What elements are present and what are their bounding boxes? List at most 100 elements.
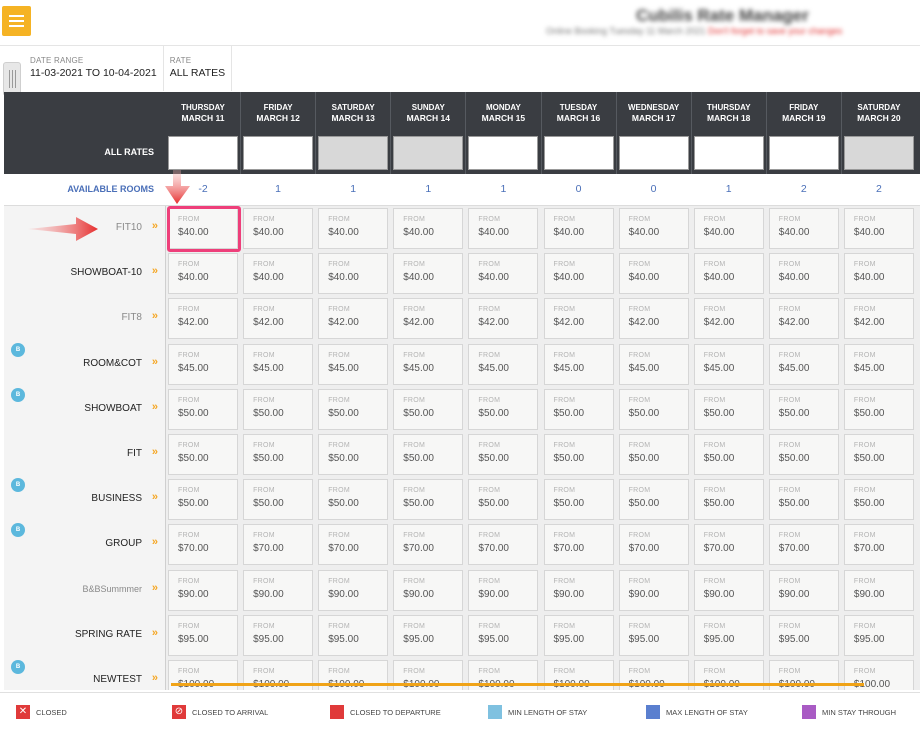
rate-cell[interactable]: FROM $40.00 — [768, 253, 839, 295]
rate-cell[interactable]: FROM $95.00 — [543, 614, 614, 656]
rate-cell[interactable]: FROM $50.00 — [693, 388, 764, 430]
rate-filter[interactable]: RATE ALL RATES — [164, 46, 233, 91]
rate-cell[interactable]: FROM $50.00 — [393, 479, 464, 521]
rate-cell[interactable]: FROM $95.00 — [618, 614, 689, 656]
rate-cell[interactable]: FROM $50.00 — [393, 388, 464, 430]
rate-cell[interactable]: FROM $40.00 — [468, 208, 539, 249]
rate-cell[interactable]: FROM $40.00 — [843, 253, 914, 295]
rate-cell[interactable]: FROM $40.00 — [168, 253, 238, 295]
available-rooms-value[interactable]: 0 — [542, 183, 616, 195]
rate-cell[interactable]: FROM $45.00 — [843, 343, 914, 385]
rate-cell[interactable]: FROM $50.00 — [618, 388, 689, 430]
rate-cell[interactable]: FROM $95.00 — [843, 614, 914, 656]
available-rooms-value[interactable]: 1 — [316, 183, 390, 195]
rate-cell[interactable]: FROM $90.00 — [318, 569, 389, 611]
rate-cell[interactable]: FROM $50.00 — [543, 479, 614, 521]
all-rates-input[interactable] — [843, 136, 914, 170]
available-rooms-value[interactable]: 1 — [692, 183, 766, 195]
rate-cell[interactable]: FROM $90.00 — [168, 569, 238, 611]
rate-cell[interactable]: FROM $95.00 — [468, 614, 539, 656]
all-rates-input[interactable] — [168, 136, 238, 170]
rate-row-label[interactable]: B GROUP » — [4, 522, 166, 567]
rate-cell[interactable]: FROM $40.00 — [468, 253, 539, 295]
rate-cell[interactable]: FROM $95.00 — [393, 614, 464, 656]
chevron-right-icon[interactable]: » — [152, 491, 158, 503]
rate-cell[interactable]: FROM $40.00 — [618, 253, 689, 295]
rate-cell[interactable]: FROM $45.00 — [168, 343, 238, 385]
chevron-right-icon[interactable]: » — [152, 356, 158, 368]
all-rates-input[interactable] — [468, 136, 539, 170]
rate-cell[interactable]: FROM $40.00 — [843, 208, 914, 249]
rate-cell[interactable]: FROM $70.00 — [843, 524, 914, 566]
rate-cell[interactable]: FROM $50.00 — [693, 434, 764, 475]
rate-cell[interactable]: FROM $40.00 — [618, 208, 689, 249]
rate-cell[interactable]: FROM $90.00 — [768, 569, 839, 611]
rate-cell[interactable]: FROM $40.00 — [318, 208, 389, 249]
rate-cell[interactable]: FROM $50.00 — [768, 388, 839, 430]
sidebar-drag-handle[interactable] — [3, 62, 21, 96]
rate-cell[interactable]: FROM $50.00 — [318, 388, 389, 430]
rate-cell[interactable]: FROM $50.00 — [618, 479, 689, 521]
rate-cell[interactable]: FROM $70.00 — [693, 524, 764, 566]
rate-cell[interactable]: FROM $50.00 — [243, 434, 314, 475]
rate-cell[interactable]: FROM $50.00 — [768, 434, 839, 475]
rate-cell[interactable]: FROM $50.00 — [168, 434, 238, 475]
rate-cell[interactable]: FROM $42.00 — [768, 298, 839, 340]
available-rooms-value[interactable]: 2 — [842, 183, 916, 195]
all-rates-input[interactable] — [318, 136, 389, 170]
rate-cell[interactable]: FROM $90.00 — [693, 569, 764, 611]
rate-cell[interactable]: FROM $45.00 — [318, 343, 389, 385]
rate-cell[interactable]: FROM $50.00 — [468, 479, 539, 521]
rate-row-label[interactable]: B SHOWBOAT » — [4, 387, 166, 432]
rate-cell[interactable]: FROM $90.00 — [843, 569, 914, 611]
chevron-right-icon[interactable]: » — [152, 582, 158, 594]
rate-cell[interactable]: FROM $90.00 — [543, 569, 614, 611]
rate-row-label[interactable]: FIT » — [4, 432, 166, 477]
rate-cell[interactable]: FROM $70.00 — [318, 524, 389, 566]
rate-row-label[interactable]: SHOWBOAT-10 » — [4, 251, 166, 296]
rate-cell[interactable]: FROM $42.00 — [618, 298, 689, 340]
rate-cell[interactable]: FROM $90.00 — [618, 569, 689, 611]
rate-cell[interactable]: FROM $45.00 — [768, 343, 839, 385]
rate-cell[interactable]: FROM $95.00 — [168, 614, 238, 656]
rate-cell[interactable]: FROM $95.00 — [768, 614, 839, 656]
rate-cell[interactable]: FROM $50.00 — [468, 434, 539, 475]
chevron-right-icon[interactable]: » — [152, 401, 158, 413]
rate-cell[interactable]: FROM $40.00 — [543, 208, 614, 249]
rate-cell[interactable]: FROM $50.00 — [243, 388, 314, 430]
rate-cell[interactable]: FROM $50.00 — [243, 479, 314, 521]
rate-cell[interactable]: FROM $50.00 — [168, 479, 238, 521]
rate-cell[interactable]: FROM $42.00 — [168, 298, 238, 340]
chevron-right-icon[interactable]: » — [152, 536, 158, 548]
rate-cell[interactable]: FROM $50.00 — [318, 434, 389, 475]
rate-cell[interactable]: FROM $95.00 — [693, 614, 764, 656]
available-rooms-value[interactable]: 2 — [767, 183, 841, 195]
rate-cell[interactable]: FROM $40.00 — [543, 253, 614, 295]
rate-cell[interactable]: FROM $90.00 — [468, 569, 539, 611]
rate-cell[interactable]: FROM $70.00 — [468, 524, 539, 566]
rate-cell[interactable]: FROM $90.00 — [393, 569, 464, 611]
rate-cell[interactable]: FROM $45.00 — [693, 343, 764, 385]
rate-cell[interactable]: FROM $95.00 — [243, 614, 314, 656]
rate-cell[interactable]: FROM $95.00 — [318, 614, 389, 656]
rate-cell[interactable]: FROM $50.00 — [543, 434, 614, 475]
rate-row-label[interactable]: FIT8 » — [4, 296, 166, 341]
rate-cell[interactable]: FROM $45.00 — [243, 343, 314, 385]
all-rates-input[interactable] — [768, 136, 839, 170]
chevron-right-icon[interactable]: » — [152, 446, 158, 458]
rate-cell[interactable]: FROM $40.00 — [243, 208, 314, 249]
rate-cell[interactable]: FROM $45.00 — [618, 343, 689, 385]
rate-cell[interactable]: FROM $50.00 — [468, 388, 539, 430]
rate-cell[interactable]: FROM $70.00 — [243, 524, 314, 566]
rate-cell[interactable]: FROM $42.00 — [468, 298, 539, 340]
rate-cell[interactable]: FROM $40.00 — [243, 253, 314, 295]
available-rooms-value[interactable]: 1 — [466, 183, 540, 195]
rate-cell[interactable]: FROM $70.00 — [768, 524, 839, 566]
rate-cell[interactable]: FROM $50.00 — [543, 388, 614, 430]
all-rates-input[interactable] — [393, 136, 464, 170]
all-rates-input[interactable] — [543, 136, 614, 170]
rate-cell[interactable]: FROM $50.00 — [618, 434, 689, 475]
all-rates-input[interactable] — [618, 136, 689, 170]
rate-cell[interactable]: FROM $50.00 — [318, 479, 389, 521]
rate-row-label[interactable]: B ROOM&COT » — [4, 342, 166, 387]
